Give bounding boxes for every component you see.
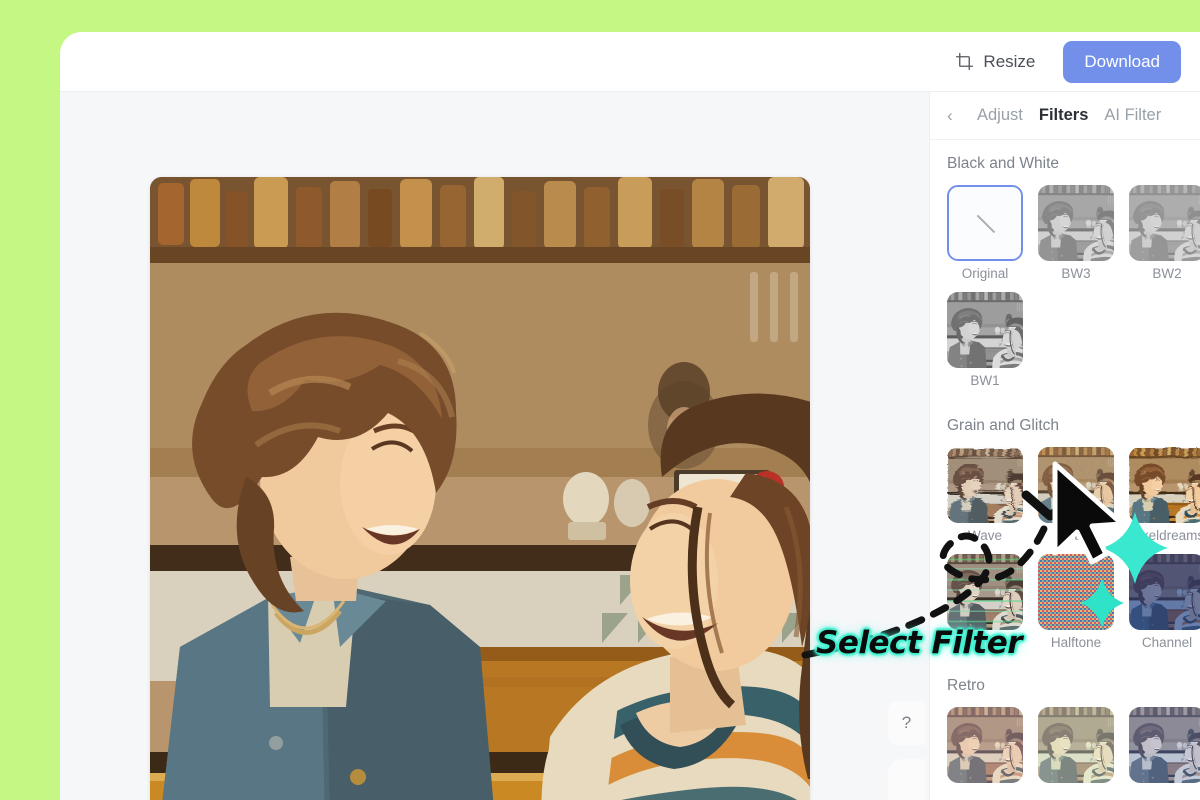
filter-item-original[interactable]: Original: [947, 185, 1023, 281]
photo-canvas-image: [150, 177, 810, 800]
filter-item-retro-3[interactable]: [1129, 707, 1200, 788]
filter-label-original: Original: [961, 266, 1009, 281]
original-slash-icon: [949, 187, 1021, 259]
filter-label-channel: Channel: [1141, 635, 1193, 650]
filter-item-pixeldreams[interactable]: Pixeldreams: [1129, 447, 1200, 543]
filter-item-bw1[interactable]: BW1: [947, 292, 1023, 388]
filter-thumb-retro-1: [947, 707, 1023, 783]
filter-item-retro-2[interactable]: [1038, 707, 1114, 788]
filter-item-halftone[interactable]: Halftone: [1038, 554, 1114, 650]
group-title-black-and-white: Black and White: [947, 155, 1059, 172]
filter-thumb-channel: [1129, 554, 1200, 630]
filter-thumb-wave: [947, 447, 1023, 523]
filter-thumb-pixeldreams: [1129, 447, 1200, 523]
filters-panel: ‹ Adjust Filters AI Filter Black and Whi…: [929, 92, 1200, 800]
crop-icon: [956, 52, 974, 71]
chevron-left-icon[interactable]: ‹: [947, 107, 961, 124]
editor-photo[interactable]: [150, 177, 810, 800]
resize-button[interactable]: Resize: [943, 45, 1047, 79]
filter-thumb-scanline: [947, 554, 1023, 630]
filter-thumb-original: [947, 185, 1023, 261]
filter-thumb-bw2: [1129, 185, 1200, 261]
panel-tab-bar: ‹ Adjust Filters AI Filter: [930, 92, 1200, 140]
filter-thumb-retro-2: [1038, 707, 1114, 783]
filter-item-grain[interactable]: Grain: [1038, 447, 1114, 543]
filter-label-bw1: BW1: [970, 373, 1000, 388]
download-button[interactable]: Download: [1063, 40, 1181, 83]
filter-thumb-grain: [1038, 447, 1114, 523]
canvas-area: ?: [60, 92, 929, 800]
help-label: ?: [901, 713, 912, 732]
filter-label-grain: Grain: [1059, 528, 1093, 543]
filter-item-bw3[interactable]: BW3: [1038, 185, 1114, 281]
filter-label-pixeldreams: Pixeldreams: [1129, 528, 1200, 543]
tab-filters[interactable]: Filters: [1039, 106, 1089, 125]
filter-thumb-bw1: [947, 292, 1023, 368]
filter-label-halftone: Halftone: [1050, 635, 1102, 650]
filter-thumb-halftone: [1038, 554, 1114, 630]
filter-grid-retro: [947, 707, 1200, 799]
filters-scroll-area[interactable]: Black and White Original BW3 BW2 BW1 Gra…: [930, 140, 1200, 800]
filter-label-bw3: BW3: [1061, 266, 1091, 281]
tool-strip[interactable]: [888, 759, 925, 800]
filter-item-bw2[interactable]: BW2: [1129, 185, 1200, 281]
select-filter-callout: Select Filter: [816, 625, 1023, 661]
filter-item-channel[interactable]: Channel: [1129, 554, 1200, 650]
resize-label: Resize: [983, 51, 1036, 71]
filter-item-wave[interactable]: Wave: [947, 447, 1023, 543]
filter-thumb-retro-3: [1129, 707, 1200, 783]
filter-label-wave: Wave: [967, 528, 1002, 543]
tab-ai-filter[interactable]: AI Filter: [1104, 106, 1161, 125]
filter-thumb-bw3: [1038, 185, 1114, 261]
tab-adjust[interactable]: Adjust: [977, 106, 1023, 125]
help-button[interactable]: ?: [888, 701, 925, 745]
app-window: Resize Download ? ‹ Adjust Filters AI Fi…: [60, 32, 1200, 800]
group-title-retro: Retro: [947, 677, 985, 694]
group-title-grain-and-glitch: Grain and Glitch: [947, 417, 1059, 434]
app-header: Resize Download: [60, 32, 1200, 92]
filter-label-bw2: BW2: [1152, 266, 1182, 281]
filter-item-retro-1[interactable]: [947, 707, 1023, 788]
filter-grid-black-and-white: Original BW3 BW2 BW1: [947, 185, 1200, 399]
